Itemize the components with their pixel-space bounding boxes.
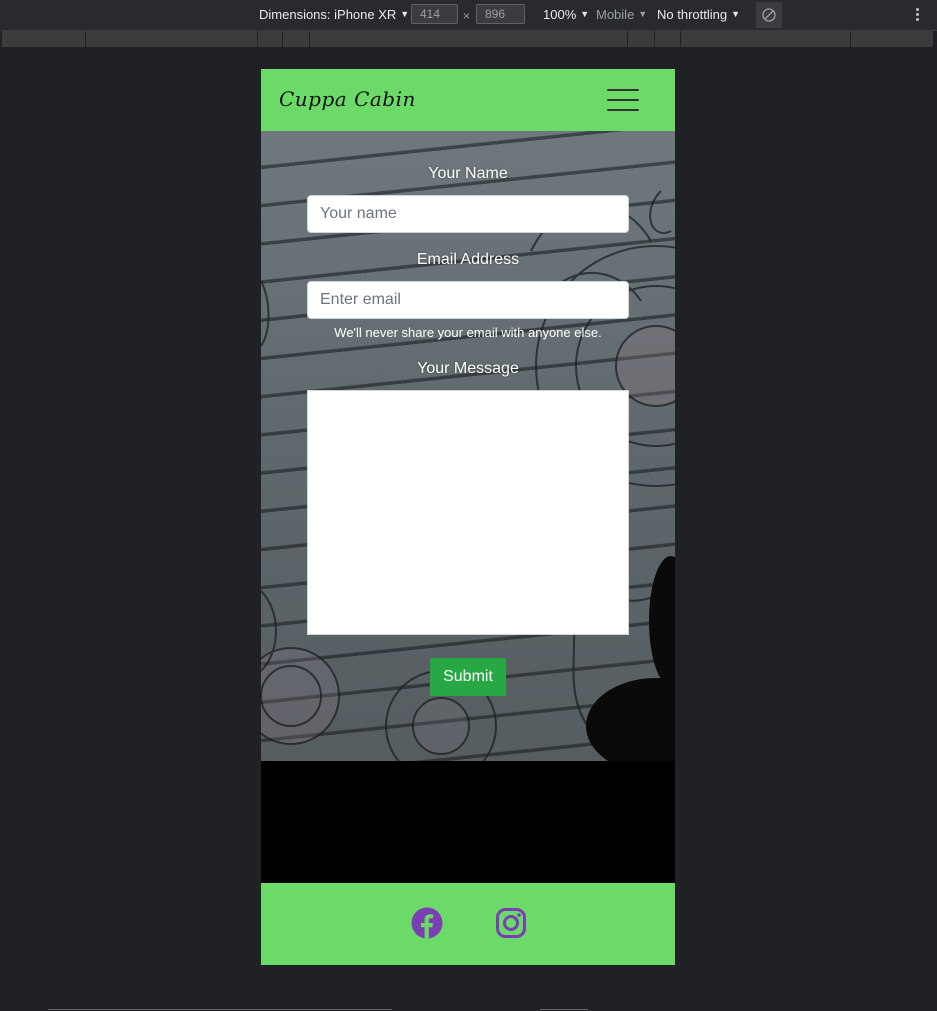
ruler-segment[interactable] — [2, 31, 86, 47]
email-help-text: We'll never share your email with anyone… — [334, 325, 602, 340]
name-label: Your Name — [428, 165, 508, 182]
chevron-down-icon: ▼ — [731, 9, 741, 19]
devtools-divider — [48, 1009, 392, 1010]
email-input[interactable] — [307, 281, 629, 319]
throttling-select[interactable]: No throttling ▼ — [657, 7, 740, 22]
hamburger-menu-icon[interactable] — [607, 89, 639, 111]
ruler-segment[interactable] — [655, 31, 681, 47]
footer — [261, 883, 675, 965]
submit-button[interactable]: Submit — [430, 658, 506, 696]
device-type-select[interactable]: Mobile ▼ — [596, 7, 647, 22]
ruler-segment[interactable] — [628, 31, 655, 47]
navbar: Cuppa Cabin — [261, 69, 675, 131]
media-query-ruler — [0, 31, 937, 47]
more-options-icon[interactable] — [912, 6, 922, 24]
height-input[interactable]: 896 — [476, 4, 525, 24]
chevron-down-icon: ▼ — [580, 9, 590, 19]
ruler-segment[interactable] — [851, 31, 934, 47]
email-label: Email Address — [416, 251, 520, 268]
width-input[interactable]: 414 — [411, 4, 458, 24]
devtools-divider — [540, 1009, 588, 1010]
brand-logo[interactable]: Cuppa Cabin — [279, 87, 416, 111]
message-textarea[interactable] — [307, 390, 629, 635]
rotate-button[interactable] — [756, 2, 782, 28]
instagram-icon[interactable] — [495, 907, 527, 939]
rotate-disabled-icon — [762, 8, 776, 22]
ruler-segment[interactable] — [681, 31, 851, 47]
dimension-separator: × — [463, 9, 471, 23]
message-label: Your Message — [417, 360, 519, 377]
name-input[interactable] — [307, 195, 629, 233]
device-viewport: Cuppa Cabin Your Name Your name Email Ad… — [261, 69, 675, 965]
chevron-down-icon: ▼ — [638, 9, 648, 19]
throttling-value: No throttling — [657, 7, 728, 22]
facebook-icon[interactable] — [411, 907, 443, 939]
zoom-select[interactable]: 100% ▼ — [543, 7, 589, 22]
device-select[interactable]: Dimensions: iPhone XR ▼ — [259, 7, 409, 22]
ruler-segment[interactable] — [310, 31, 628, 47]
zoom-value: 100% — [543, 7, 577, 22]
ruler-segment[interactable] — [258, 31, 283, 47]
devtools-device-toolbar: Dimensions: iPhone XR ▼ 414 × 896 100% ▼ M… — [0, 0, 937, 31]
ruler-segment[interactable] — [86, 31, 258, 47]
contact-hero: Your Name Email Address We'll never shar… — [261, 131, 675, 761]
device-type-value: Mobile — [596, 7, 635, 22]
chevron-down-icon: ▼ — [400, 9, 410, 19]
ruler-segment[interactable] — [283, 31, 310, 47]
device-select-label: Dimensions: iPhone XR — [259, 7, 397, 22]
